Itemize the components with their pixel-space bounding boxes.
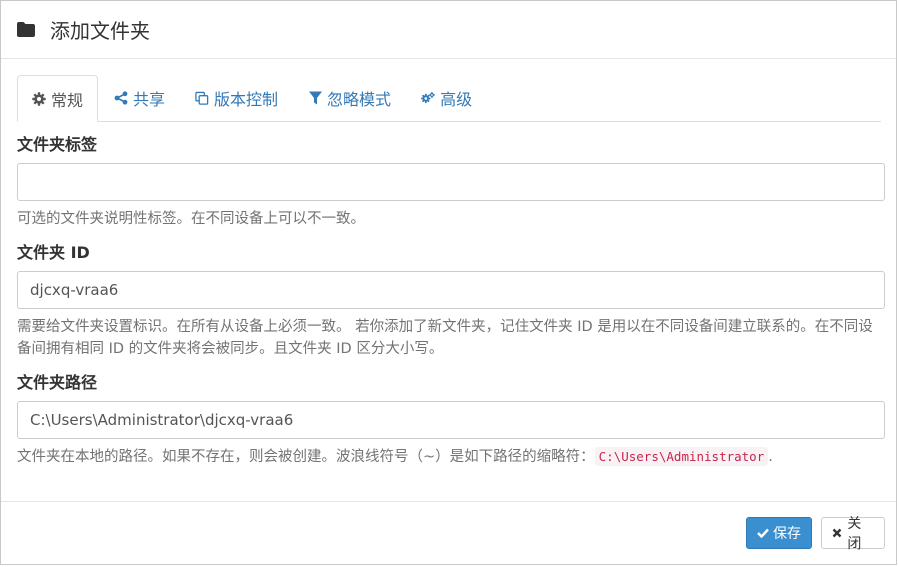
folder-id-help: 需要给文件夹设置标识。在所有从设备上必须一致。 若你添加了新文件夹，记住文件夹 … (17, 319, 873, 357)
folder-icon (17, 22, 37, 38)
folder-path-label: 文件夹路径 (17, 373, 98, 392)
tab-general[interactable]: 常规 (17, 75, 99, 122)
folder-id-group: 文件夹 ID 需要给文件夹设置标识。在所有从设备上必须一致。 若你添加了新文件夹… (17, 242, 885, 360)
tab-advanced-label: 高级 (440, 90, 473, 109)
check-icon (757, 527, 769, 539)
folder-label-input[interactable] (17, 163, 885, 201)
tab-sharing-label: 共享 (133, 90, 166, 109)
home-path-code: C:\Users\Administrator (594, 447, 769, 466)
close-button[interactable]: 关闭 (821, 516, 885, 552)
tab-bar: 常规 共享 版本控制 忽略模式 高级 (17, 75, 881, 122)
close-button-label: 关闭 (847, 516, 862, 552)
tab-versioning-label: 版本控制 (214, 90, 279, 109)
tab-versioning[interactable]: 版本控制 (181, 75, 292, 121)
folder-path-help-text: 文件夹在本地的路径。如果不存在，则会被创建。波浪线符号（~）是如下路径的缩略符： (17, 449, 595, 465)
dialog-title: 添加文件夹 (50, 19, 150, 43)
folder-id-input[interactable] (17, 271, 885, 309)
dialog-footer: 保存 关闭 (1, 501, 896, 564)
save-button-label: 保存 (773, 526, 801, 542)
folder-label-help: 可选的文件夹说明性标签。在不同设备上可以不一致。 (17, 211, 365, 227)
add-folder-dialog: 添加文件夹 常规 共享 版本控制 忽略模式 高级 文件夹标签 可选的文件夹说明性… (0, 0, 897, 565)
save-button[interactable]: 保存 (746, 517, 812, 549)
folder-label-group: 文件夹标签 可选的文件夹说明性标签。在不同设备上可以不一致。 (17, 134, 885, 230)
dialog-body: 常规 共享 版本控制 忽略模式 高级 文件夹标签 可选的文件夹说明性标签。在不同… (1, 59, 896, 468)
tab-sharing[interactable]: 共享 (100, 75, 179, 121)
folder-id-label: 文件夹 ID (17, 243, 90, 262)
close-icon (832, 527, 843, 539)
folder-path-input[interactable] (17, 401, 885, 439)
copy-icon (195, 91, 209, 105)
filter-icon (308, 91, 322, 105)
dialog-header: 添加文件夹 (1, 1, 896, 59)
tab-ignore-patterns-label: 忽略模式 (327, 90, 392, 109)
tab-ignore-patterns[interactable]: 忽略模式 (294, 75, 405, 121)
share-icon (114, 91, 128, 105)
folder-path-group: 文件夹路径 文件夹在本地的路径。如果不存在，则会被创建。波浪线符号（~）是如下路… (17, 372, 885, 468)
tab-advanced[interactable]: 高级 (407, 75, 486, 121)
tab-general-label: 常规 (51, 90, 84, 110)
folder-label-label: 文件夹标签 (17, 135, 98, 154)
gear-icon (32, 91, 46, 106)
folder-path-help: 文件夹在本地的路径。如果不存在，则会被创建。波浪线符号（~）是如下路径的缩略符：… (17, 446, 885, 468)
gears-icon (421, 91, 436, 105)
folder-path-help-end: . (768, 449, 773, 465)
